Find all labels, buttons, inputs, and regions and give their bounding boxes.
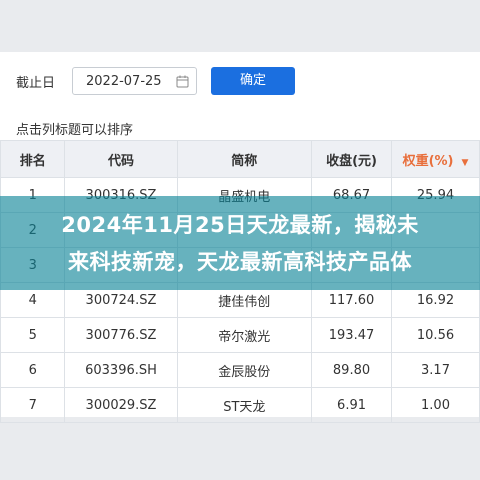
cell-rank: 5 (0, 317, 66, 353)
column-header-weight[interactable]: 权重(%) ▼ (391, 140, 480, 178)
cell-code: 300029.SZ (64, 387, 178, 423)
table-row[interactable]: 6 603396.SH 金辰股份 89.80 3.17 (0, 352, 480, 388)
date-picker-input[interactable]: 2022-07-25 (72, 67, 197, 95)
cell-close: 89.80 (311, 352, 393, 388)
cell-code: 603396.SH (64, 352, 178, 388)
table-row[interactable]: 7 300029.SZ ST天龙 6.91 1.00 (0, 387, 480, 423)
cell-weight: 10.56 (391, 317, 480, 353)
cell-name: ST天龙 (176, 387, 313, 423)
cell-rank: 6 (0, 352, 66, 388)
cell-weight: 3.17 (391, 352, 480, 388)
table-row[interactable]: 5 300776.SZ 帝尔激光 193.47 10.56 (0, 317, 480, 353)
column-header-name[interactable]: 简称 (176, 140, 313, 178)
column-header-weight-label: 权重(%) (402, 153, 454, 169)
headline-banner: 2024年11月25日天龙最新，揭秘未 来科技新宠，天龙最新高科技产品体 (0, 196, 480, 290)
table-header-row: 排名 代码 简称 收盘(元) 权重(%) ▼ (0, 140, 480, 178)
date-value: 2022-07-25 (86, 74, 162, 89)
confirm-button[interactable]: 确定 (211, 67, 295, 95)
cell-close: 6.91 (311, 387, 393, 423)
column-header-close[interactable]: 收盘(元) (311, 140, 393, 178)
calendar-icon[interactable] (176, 75, 189, 88)
sort-hint: 点击列标题可以排序 (16, 123, 134, 138)
cell-weight: 1.00 (391, 387, 480, 423)
toolbar: 截止日 2022-07-25 确定 (0, 52, 480, 112)
cell-close: 193.47 (311, 317, 393, 353)
column-header-rank[interactable]: 排名 (0, 140, 66, 178)
sort-desc-icon[interactable]: ▼ (462, 158, 469, 168)
cell-name: 帝尔激光 (176, 317, 313, 353)
date-label: 截止日 (16, 76, 56, 91)
headline-line-1: 2024年11月25日天龙最新，揭秘未 (61, 213, 419, 237)
headline-line-2: 来科技新宠，天龙最新高科技产品体 (68, 250, 412, 274)
cell-code: 300776.SZ (64, 317, 178, 353)
cell-rank: 7 (0, 387, 66, 423)
cell-name: 金辰股份 (176, 352, 313, 388)
column-header-code[interactable]: 代码 (64, 140, 178, 178)
